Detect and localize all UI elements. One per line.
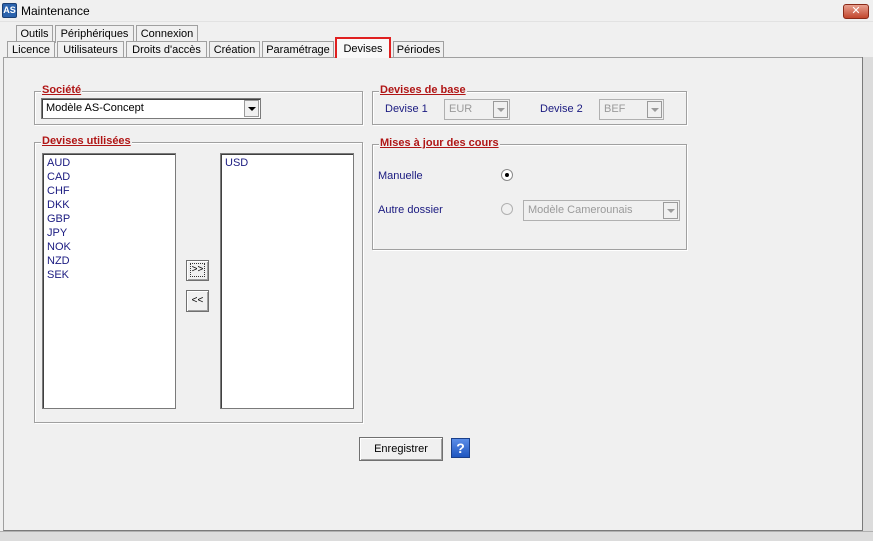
list-item[interactable]: CHF (43, 184, 175, 198)
selected-currency-list[interactable]: USD (220, 153, 354, 409)
remove-currency-button[interactable]: << (186, 290, 209, 312)
add-currency-button[interactable]: >> (186, 260, 209, 281)
chevron-down-icon[interactable] (663, 202, 678, 219)
autre-dossier-label: Autre dossier (378, 204, 443, 216)
close-button[interactable]: ✕ (843, 4, 869, 19)
devises-utilisees-group-title: Devises utilisées (41, 135, 132, 147)
societe-select-value: Modèle AS-Concept (46, 102, 144, 114)
window-title: Maintenance (21, 4, 90, 18)
devises-utilisees-group: Devises utilisées AUD CAD CHF DKK GBP JP… (34, 135, 363, 423)
chevron-down-icon[interactable] (244, 100, 259, 117)
list-item[interactable]: USD (221, 156, 353, 170)
help-icon[interactable]: ? (451, 438, 470, 458)
tab-devises[interactable]: Devises (335, 37, 391, 58)
save-button[interactable]: Enregistrer (359, 437, 443, 461)
devise1-label: Devise 1 (385, 103, 428, 115)
devises-base-group: Devises de base Devise 1 EUR Devise 2 BE… (372, 84, 687, 125)
list-item[interactable]: GBP (43, 212, 175, 226)
chevron-down-icon[interactable] (493, 101, 508, 118)
devise1-value: EUR (449, 103, 473, 115)
mises-a-jour-group: Mises à jour des cours Manuelle Autre do… (372, 137, 687, 250)
app-logo-icon: AS (2, 3, 17, 18)
devise2-select[interactable]: BEF (599, 99, 664, 120)
devise1-select[interactable]: EUR (444, 99, 510, 120)
list-item[interactable]: DKK (43, 198, 175, 212)
list-item[interactable]: CAD (43, 170, 175, 184)
devises-base-group-title: Devises de base (379, 84, 467, 96)
societe-group-title: Société (41, 84, 83, 96)
list-item[interactable]: NOK (43, 240, 175, 254)
list-item[interactable]: NZD (43, 254, 175, 268)
mises-a-jour-group-title: Mises à jour des cours (379, 137, 500, 149)
window-right-edge (862, 57, 873, 541)
autre-dossier-radio[interactable] (501, 203, 513, 215)
devise2-label: Devise 2 (540, 103, 583, 115)
manuelle-radio[interactable] (501, 169, 513, 181)
autre-dossier-select[interactable]: Modèle Camerounais (523, 200, 680, 221)
autre-dossier-value: Modèle Camerounais (528, 204, 633, 216)
list-item[interactable]: JPY (43, 226, 175, 240)
available-currency-list[interactable]: AUD CAD CHF DKK GBP JPY NOK NZD SEK (42, 153, 176, 409)
societe-group: Société Modèle AS-Concept (34, 84, 363, 125)
manuelle-label: Manuelle (378, 170, 423, 182)
chevron-down-icon[interactable] (647, 101, 662, 118)
societe-select[interactable]: Modèle AS-Concept (41, 98, 261, 119)
list-item[interactable]: SEK (43, 268, 175, 282)
window-bottom-edge (0, 531, 873, 541)
title-bar (0, 0, 873, 22)
list-item[interactable]: AUD (43, 156, 175, 170)
add-currency-label: >> (189, 263, 206, 277)
devise2-value: BEF (604, 103, 626, 115)
